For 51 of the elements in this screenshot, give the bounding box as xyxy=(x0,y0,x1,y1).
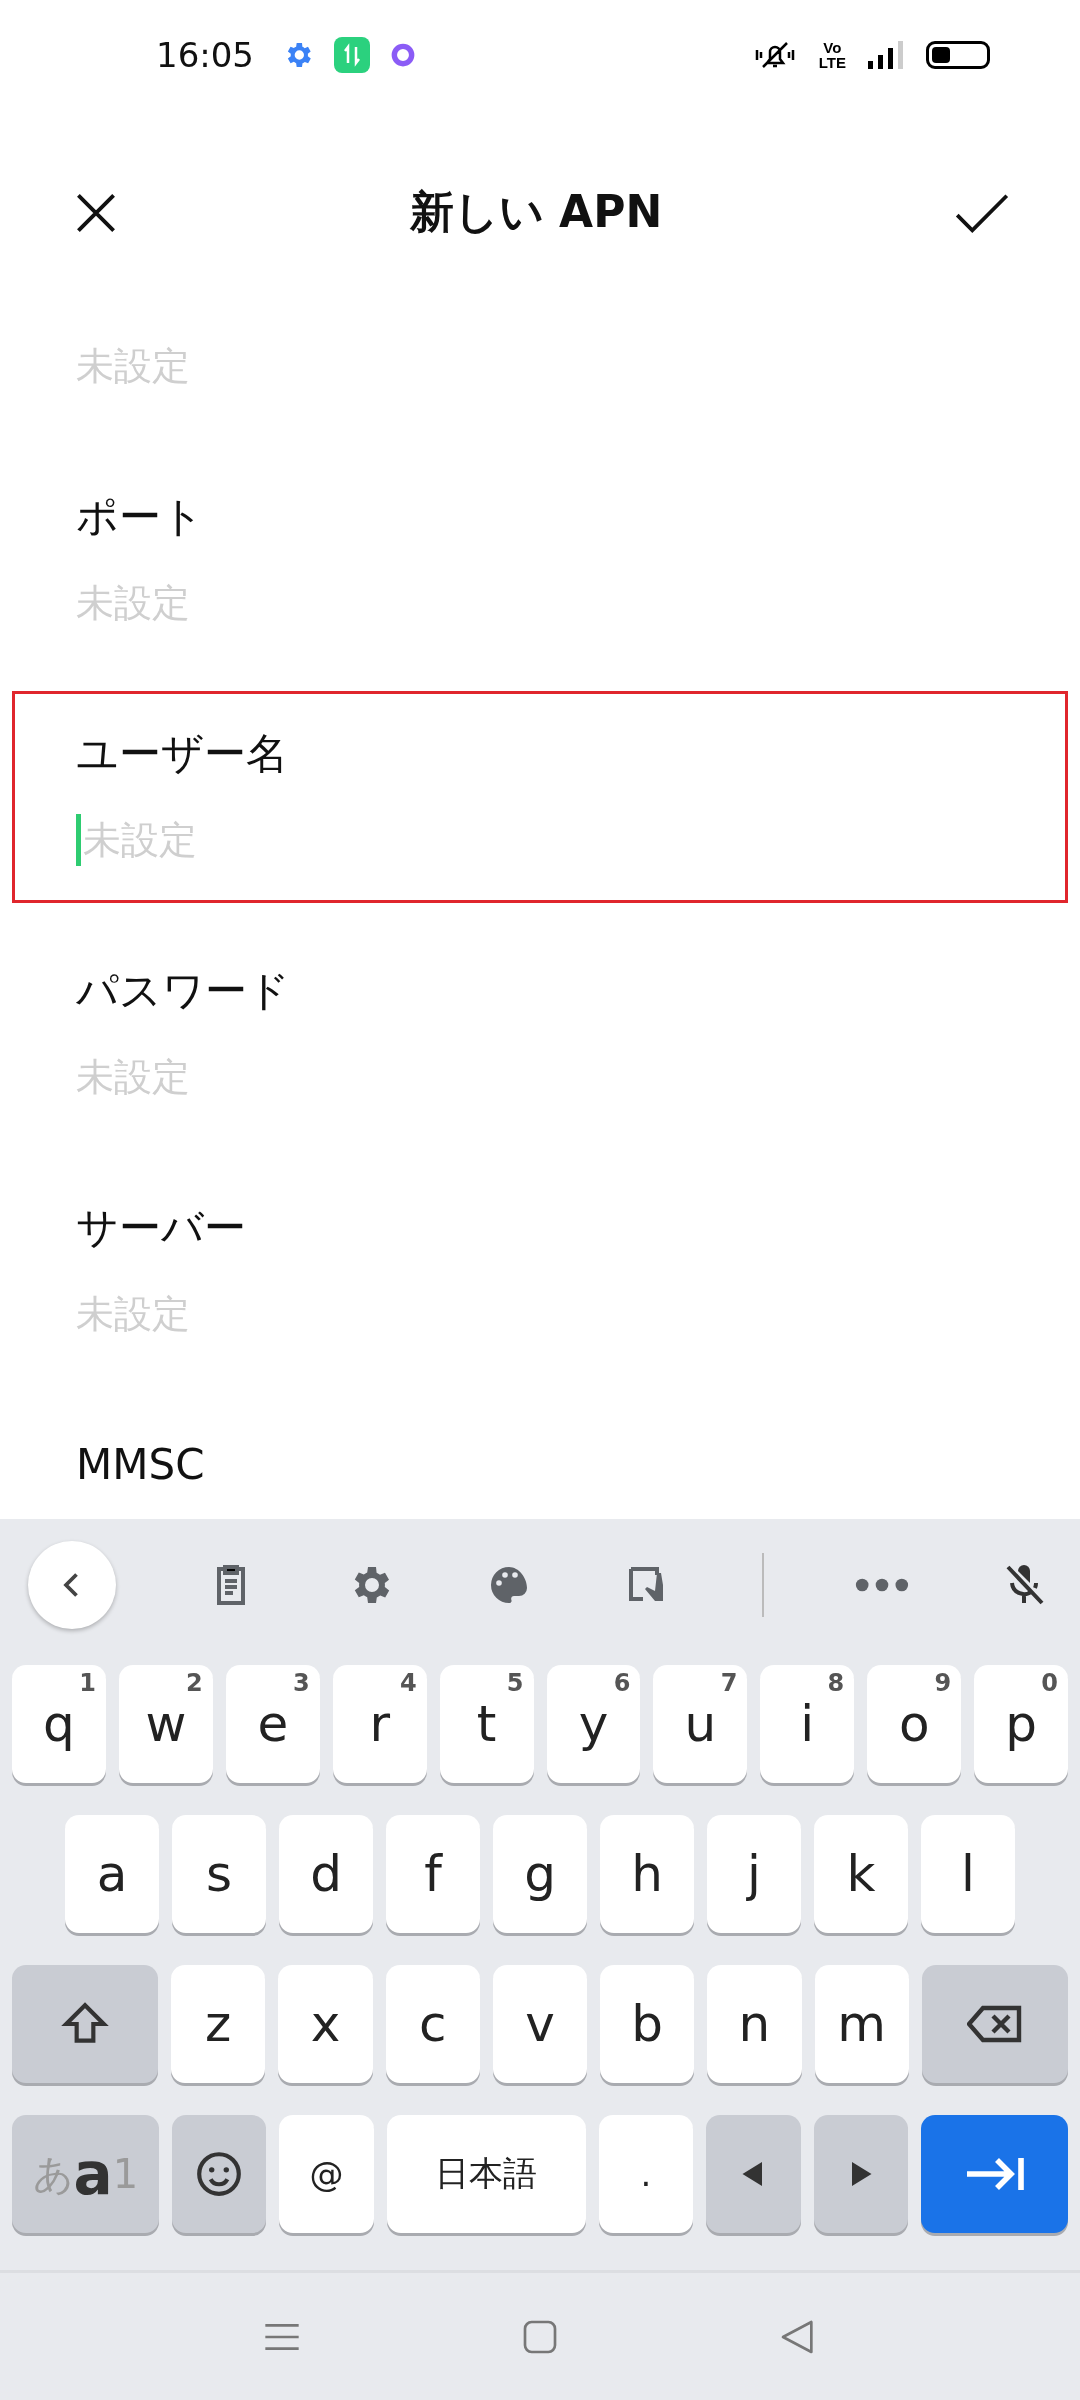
field-label: パスワード xyxy=(76,965,291,1017)
battery-icon xyxy=(926,41,990,69)
field-label: MMSC xyxy=(76,1439,206,1491)
next-key[interactable] xyxy=(921,2115,1068,2233)
letter-key[interactable]: k xyxy=(814,1815,908,1933)
letter-key[interactable]: x xyxy=(278,1965,373,2083)
letter-key[interactable]: c xyxy=(385,1965,480,2083)
letter-key[interactable]: p 0 xyxy=(974,1665,1069,1783)
field-label: ユーザー名 xyxy=(76,728,289,780)
symbol-key[interactable]: @ xyxy=(279,2115,374,2233)
letter-key[interactable]: t 5 xyxy=(439,1665,534,1783)
status-time: 16:05 xyxy=(156,35,254,75)
letter-key[interactable]: f xyxy=(386,1815,480,1933)
letter-key[interactable]: l xyxy=(921,1815,1015,1933)
setting-field[interactable]: MMSC xyxy=(12,1402,1068,1519)
letter-key[interactable]: b xyxy=(600,1965,695,2083)
field-label: ポート xyxy=(76,491,205,543)
letter-key[interactable]: y 6 xyxy=(546,1665,641,1783)
symbol-key[interactable]: . xyxy=(598,2115,694,2233)
volte-label: Vo LTE xyxy=(818,40,846,70)
text-cursor xyxy=(76,814,81,866)
emoji-key[interactable] xyxy=(171,2115,267,2233)
letter-key[interactable]: w 2 xyxy=(118,1665,213,1783)
backspace-key[interactable] xyxy=(921,1965,1068,2083)
letter-key[interactable]: o 9 xyxy=(867,1665,962,1783)
letter-key[interactable]: j xyxy=(707,1815,801,1933)
signal-icon xyxy=(866,39,906,71)
letter-key[interactable]: q 1 xyxy=(12,1665,106,1783)
letter-key[interactable]: v xyxy=(492,1965,588,2083)
screen-title: 新しい APN xyxy=(409,185,663,239)
input-mode-key[interactable]: あa 1 xyxy=(12,2115,159,2233)
shift-key[interactable] xyxy=(12,1965,159,2083)
letter-key[interactable]: n xyxy=(707,1965,802,2083)
letter-key[interactable]: r 4 xyxy=(332,1665,427,1783)
data-transfer-icon xyxy=(334,37,370,73)
letter-key[interactable]: h xyxy=(600,1815,694,1933)
ring-icon xyxy=(390,42,416,68)
field-label: サーバー xyxy=(76,1202,247,1254)
space-key[interactable]: 日本語 xyxy=(386,2115,586,2233)
letter-key[interactable]: i 8 xyxy=(760,1665,855,1783)
letter-key[interactable]: z xyxy=(171,1965,266,2083)
cursor-left-key[interactable] xyxy=(706,2115,801,2233)
letter-key[interactable]: m xyxy=(814,1965,909,2083)
letter-key[interactable]: s xyxy=(172,1815,266,1933)
letter-key[interactable]: d xyxy=(279,1815,373,1933)
cursor-right-key[interactable] xyxy=(813,2115,909,2233)
letter-key[interactable]: g xyxy=(493,1815,587,1933)
letter-key[interactable]: a xyxy=(65,1815,159,1933)
backspace-icon xyxy=(966,2004,1023,2044)
letter-key[interactable]: e 3 xyxy=(225,1665,320,1783)
letter-key[interactable]: u 7 xyxy=(653,1665,748,1783)
